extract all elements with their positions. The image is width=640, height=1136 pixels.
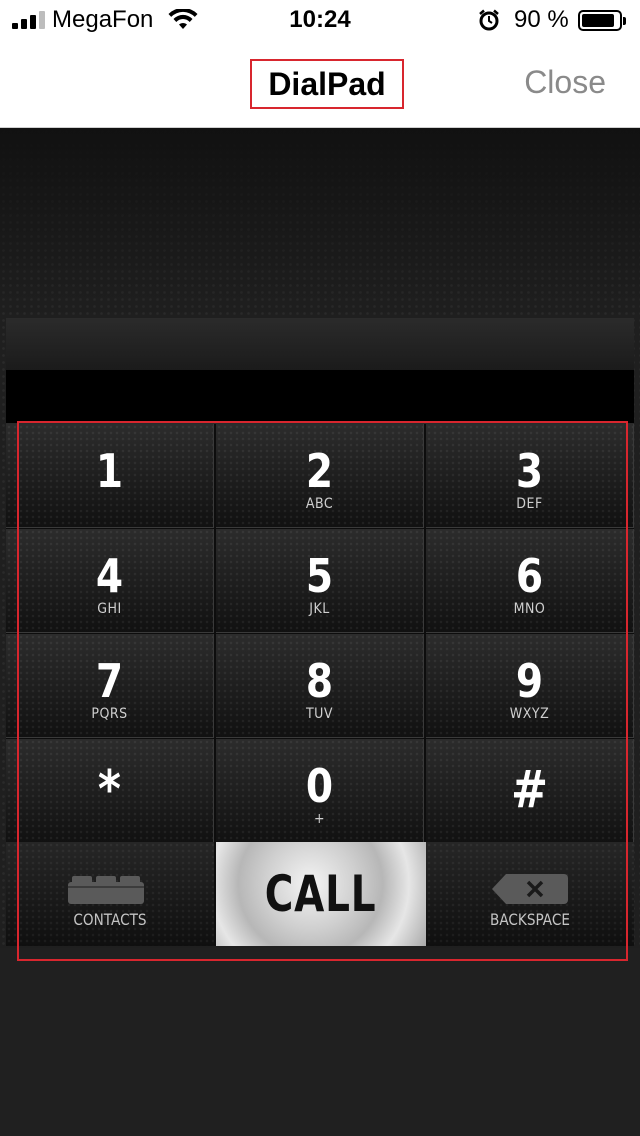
key-digit: 0 bbox=[305, 759, 334, 813]
key-digit: * bbox=[97, 760, 122, 820]
key-digit: 2 bbox=[305, 444, 334, 498]
key-digit: 8 bbox=[305, 654, 334, 708]
key-letters: GHI bbox=[97, 601, 122, 617]
key-9[interactable]: 9 WXYZ bbox=[426, 634, 634, 738]
alarm-icon bbox=[479, 9, 499, 31]
battery-icon bbox=[578, 10, 626, 31]
contacts-label: CONTACTS bbox=[73, 910, 147, 929]
key-letters: PQRS bbox=[91, 706, 128, 722]
key-digit: 3 bbox=[515, 444, 544, 498]
key-letters: WXYZ bbox=[509, 706, 550, 722]
key-1[interactable]: 1 bbox=[6, 424, 214, 528]
key-digit: 6 bbox=[515, 549, 544, 603]
page-title: DialPad bbox=[250, 59, 404, 109]
key-digit: 7 bbox=[95, 654, 124, 708]
backspace-button[interactable]: BACKSPACE bbox=[426, 842, 634, 946]
key-5[interactable]: 5 JKL bbox=[216, 529, 424, 633]
key-letters: MNO bbox=[513, 601, 546, 617]
key-7[interactable]: 7 PQRS bbox=[6, 634, 214, 738]
key-0[interactable]: 0 + bbox=[216, 739, 424, 843]
key-3[interactable]: 3 DEF bbox=[426, 424, 634, 528]
key-8[interactable]: 8 TUV bbox=[216, 634, 424, 738]
key-digit: 5 bbox=[305, 549, 334, 603]
keypad: 1 2 ABC 3 DEF 4 GHI 5 JKL 6 MNO 7 PQRS 8 bbox=[6, 424, 634, 946]
key-letters: JKL bbox=[309, 601, 330, 617]
key-hash[interactable]: # bbox=[426, 739, 634, 843]
contacts-button[interactable]: CONTACTS bbox=[6, 842, 214, 946]
nav-bar: DialPad Close bbox=[0, 40, 640, 128]
contacts-icon bbox=[68, 876, 144, 904]
number-display bbox=[6, 370, 634, 424]
backspace-label: BACKSPACE bbox=[490, 910, 570, 929]
key-digit: # bbox=[510, 760, 549, 820]
status-bar: MegaFon 10:24 90 % bbox=[0, 0, 640, 40]
key-letters: DEF bbox=[516, 496, 543, 512]
backspace-icon bbox=[492, 874, 568, 904]
key-digit: 4 bbox=[95, 549, 124, 603]
close-button[interactable]: Close bbox=[524, 64, 606, 101]
key-4[interactable]: 4 GHI bbox=[6, 529, 214, 633]
battery-percent: 90 % bbox=[514, 6, 569, 33]
key-letters: ABC bbox=[305, 496, 334, 512]
key-digit: 1 bbox=[95, 444, 124, 498]
key-6[interactable]: 6 MNO bbox=[426, 529, 634, 633]
call-label: CALL bbox=[265, 865, 377, 923]
top-strip bbox=[6, 318, 634, 370]
key-letters: TUV bbox=[305, 706, 334, 722]
key-2[interactable]: 2 ABC bbox=[216, 424, 424, 528]
call-button[interactable]: CALL bbox=[216, 842, 426, 946]
key-star[interactable]: * bbox=[6, 739, 214, 843]
key-letters: + bbox=[313, 811, 326, 827]
dialpad-screen: 1 2 ABC 3 DEF 4 GHI 5 JKL 6 MNO 7 PQRS 8 bbox=[0, 128, 640, 1136]
key-digit: 9 bbox=[515, 654, 544, 708]
